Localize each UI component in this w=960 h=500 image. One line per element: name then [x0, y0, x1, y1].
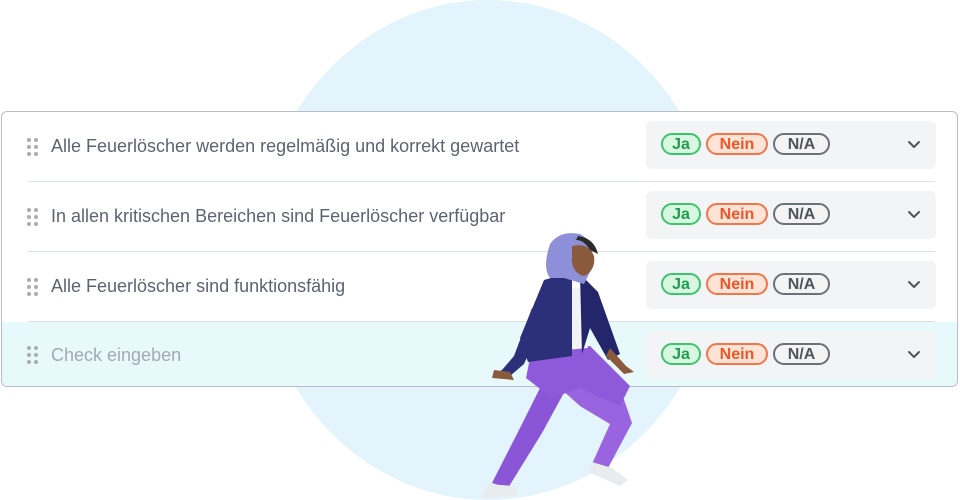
- answer-group: Ja Nein N/A: [646, 261, 936, 309]
- chevron-down-icon[interactable]: [906, 206, 922, 222]
- drag-handle-icon[interactable]: [27, 138, 39, 156]
- answer-group: Ja Nein N/A: [646, 331, 936, 379]
- walking-person-illustration: [480, 233, 634, 498]
- checklist-row: Alle Feuerlöscher werden regelmäßig und …: [2, 112, 957, 182]
- answer-no-button[interactable]: Nein: [706, 203, 768, 225]
- check-input[interactable]: Check eingeben: [51, 343, 181, 367]
- chevron-down-icon[interactable]: [906, 136, 922, 152]
- chevron-down-icon[interactable]: [906, 346, 922, 362]
- answer-no-button[interactable]: Nein: [706, 273, 768, 295]
- answer-yes-button[interactable]: Ja: [661, 203, 701, 225]
- check-label[interactable]: Alle Feuerlöscher werden regelmäßig und …: [51, 134, 519, 158]
- answer-no-button[interactable]: Nein: [706, 343, 768, 365]
- answer-yes-button[interactable]: Ja: [661, 343, 701, 365]
- answer-na-button[interactable]: N/A: [773, 343, 830, 365]
- drag-handle-icon[interactable]: [27, 278, 39, 296]
- answer-na-button[interactable]: N/A: [773, 133, 830, 155]
- answer-group: Ja Nein N/A: [646, 121, 936, 169]
- check-label[interactable]: Alle Feuerlöscher sind funktionsfähig: [51, 274, 345, 298]
- answer-na-button[interactable]: N/A: [773, 203, 830, 225]
- answer-yes-button[interactable]: Ja: [661, 273, 701, 295]
- answer-yes-button[interactable]: Ja: [661, 133, 701, 155]
- check-label[interactable]: In allen kritischen Bereichen sind Feuer…: [51, 204, 505, 228]
- drag-handle-icon[interactable]: [27, 208, 39, 226]
- answer-group: Ja Nein N/A: [646, 191, 936, 239]
- answer-na-button[interactable]: N/A: [773, 273, 830, 295]
- drag-handle-icon[interactable]: [27, 346, 39, 364]
- chevron-down-icon[interactable]: [906, 276, 922, 292]
- answer-no-button[interactable]: Nein: [706, 133, 768, 155]
